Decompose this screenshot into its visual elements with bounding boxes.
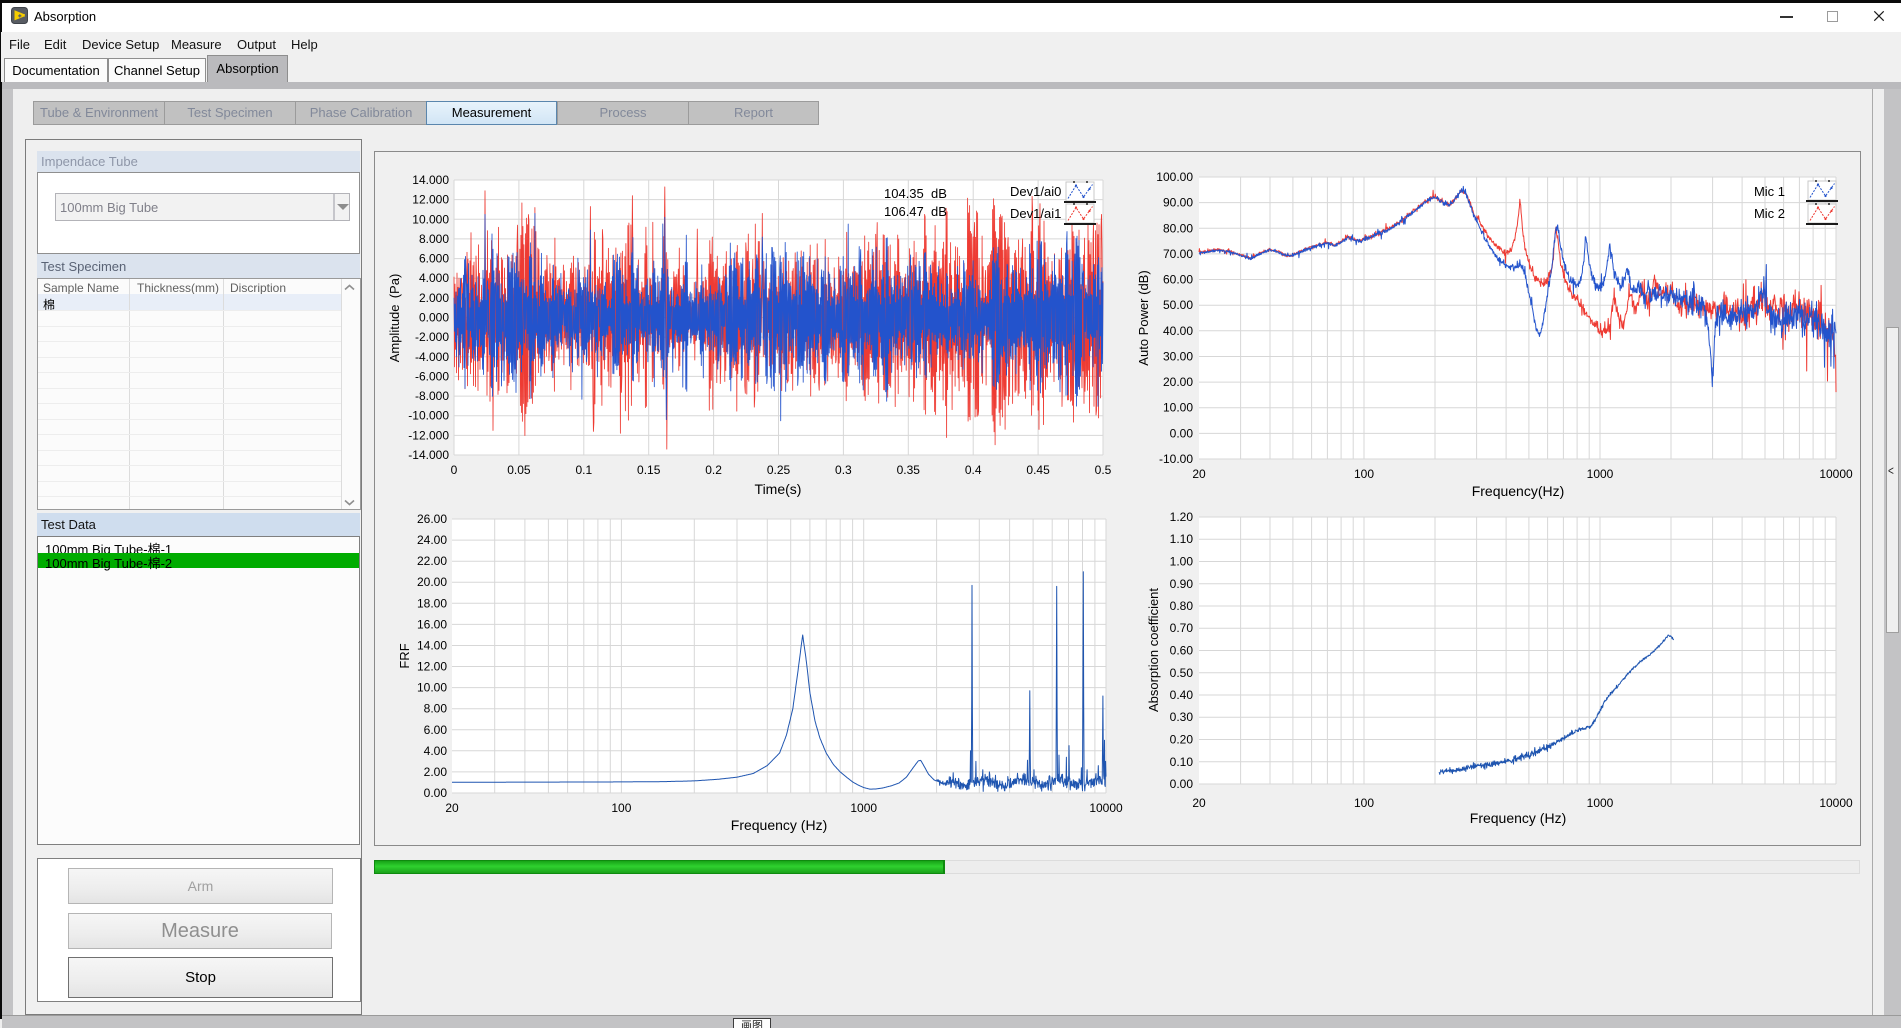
svg-text:-4.000: -4.000 — [415, 350, 449, 364]
svg-text:0.00: 0.00 — [1170, 426, 1194, 440]
svg-text:0.50: 0.50 — [1170, 666, 1194, 680]
svg-text:Amplitude (Pa): Amplitude (Pa) — [387, 274, 402, 363]
svg-text:100: 100 — [1354, 796, 1374, 810]
svg-text:20: 20 — [1192, 467, 1206, 481]
svg-text:0.40: 0.40 — [1170, 688, 1194, 702]
svg-text:4.00: 4.00 — [424, 744, 448, 758]
svg-text:-14.000: -14.000 — [408, 448, 449, 462]
svg-text:20: 20 — [1192, 796, 1206, 810]
svg-text:100: 100 — [611, 801, 631, 815]
svg-text:106.47 dB: 106.47 dB — [884, 204, 947, 219]
svg-text:0.70: 0.70 — [1170, 621, 1194, 635]
svg-text:Dev1/ai1: Dev1/ai1 — [1010, 206, 1061, 221]
svg-text:0.2: 0.2 — [705, 463, 722, 477]
svg-text:0.4: 0.4 — [965, 463, 982, 477]
svg-text:Frequency(Hz): Frequency(Hz) — [1472, 483, 1565, 499]
svg-text:0.80: 0.80 — [1170, 599, 1194, 613]
svg-text:20.00: 20.00 — [417, 575, 447, 589]
svg-text:0.00: 0.00 — [424, 786, 448, 800]
svg-text:1.20: 1.20 — [1170, 510, 1194, 524]
svg-text:0.25: 0.25 — [767, 463, 791, 477]
svg-text:6.000: 6.000 — [419, 252, 449, 266]
svg-text:Auto Power (dB): Auto Power (dB) — [1136, 270, 1151, 365]
svg-text:90.00: 90.00 — [1163, 196, 1193, 210]
svg-text:22.00: 22.00 — [417, 554, 447, 568]
svg-text:20.00: 20.00 — [1163, 375, 1193, 389]
svg-text:4.000: 4.000 — [419, 271, 449, 285]
svg-text:14.000: 14.000 — [412, 173, 449, 187]
svg-text:50.00: 50.00 — [1163, 298, 1193, 312]
svg-text:-10.00: -10.00 — [1159, 452, 1193, 466]
svg-text:-10.000: -10.000 — [408, 409, 449, 423]
svg-text:Dev1/ai0: Dev1/ai0 — [1010, 184, 1061, 199]
svg-text:1000: 1000 — [1587, 796, 1614, 810]
svg-text:1000: 1000 — [850, 801, 877, 815]
svg-text:0.30: 0.30 — [1170, 710, 1194, 724]
svg-text:8.000: 8.000 — [419, 232, 449, 246]
svg-text:1000: 1000 — [1587, 467, 1614, 481]
svg-text:10.00: 10.00 — [1163, 401, 1193, 415]
svg-text:-12.000: -12.000 — [408, 428, 449, 442]
svg-text:0.60: 0.60 — [1170, 644, 1194, 658]
svg-text:0.20: 0.20 — [1170, 733, 1194, 747]
svg-text:60.00: 60.00 — [1163, 273, 1193, 287]
svg-text:-8.000: -8.000 — [415, 389, 449, 403]
svg-text:0.15: 0.15 — [637, 463, 661, 477]
svg-text:12.00: 12.00 — [417, 660, 447, 674]
svg-text:2.000: 2.000 — [419, 291, 449, 305]
svg-text:8.00: 8.00 — [424, 702, 448, 716]
svg-text:0.00: 0.00 — [1170, 777, 1194, 791]
svg-text:16.00: 16.00 — [417, 617, 447, 631]
svg-text:10000: 10000 — [1089, 801, 1123, 815]
svg-text:Frequency (Hz): Frequency (Hz) — [731, 817, 827, 833]
svg-text:100: 100 — [1354, 467, 1374, 481]
svg-text:0.1: 0.1 — [575, 463, 592, 477]
svg-text:0.10: 0.10 — [1170, 755, 1194, 769]
svg-text:10000: 10000 — [1819, 467, 1853, 481]
svg-text:24.00: 24.00 — [417, 533, 447, 547]
svg-text:1.10: 1.10 — [1170, 532, 1194, 546]
svg-text:-2.000: -2.000 — [415, 330, 449, 344]
svg-text:80.00: 80.00 — [1163, 221, 1193, 235]
svg-text:10000: 10000 — [1819, 796, 1853, 810]
svg-text:Absorption coefficient: Absorption coefficient — [1146, 588, 1161, 712]
svg-text:0: 0 — [451, 463, 458, 477]
svg-text:100.00: 100.00 — [1156, 170, 1193, 184]
svg-text:6.00: 6.00 — [424, 723, 448, 737]
svg-text:-6.000: -6.000 — [415, 369, 449, 383]
svg-text:Frequency (Hz): Frequency (Hz) — [1470, 810, 1566, 826]
svg-text:Mic 1: Mic 1 — [1754, 184, 1785, 199]
svg-text:40.00: 40.00 — [1163, 324, 1193, 338]
svg-text:Mic 2: Mic 2 — [1754, 206, 1785, 221]
svg-text:30.00: 30.00 — [1163, 350, 1193, 364]
svg-text:26.00: 26.00 — [417, 512, 447, 526]
svg-text:0.35: 0.35 — [897, 463, 921, 477]
svg-text:0.45: 0.45 — [1026, 463, 1050, 477]
svg-text:0.3: 0.3 — [835, 463, 852, 477]
svg-text:0.000: 0.000 — [419, 311, 449, 325]
svg-text:14.00: 14.00 — [417, 639, 447, 653]
svg-text:Time(s): Time(s) — [755, 481, 802, 497]
svg-text:20: 20 — [445, 801, 459, 815]
svg-text:FRF: FRF — [397, 643, 412, 668]
svg-text:104.35 dB: 104.35 dB — [884, 186, 947, 201]
svg-text:70.00: 70.00 — [1163, 247, 1193, 261]
svg-text:2.00: 2.00 — [424, 765, 448, 779]
svg-text:1.00: 1.00 — [1170, 555, 1194, 569]
svg-text:18.00: 18.00 — [417, 596, 447, 610]
svg-text:0.05: 0.05 — [507, 463, 531, 477]
svg-text:0.90: 0.90 — [1170, 577, 1194, 591]
svg-text:0.5: 0.5 — [1095, 463, 1112, 477]
svg-text:10.000: 10.000 — [412, 212, 449, 226]
svg-text:12.000: 12.000 — [412, 193, 449, 207]
svg-text:10.00: 10.00 — [417, 681, 447, 695]
